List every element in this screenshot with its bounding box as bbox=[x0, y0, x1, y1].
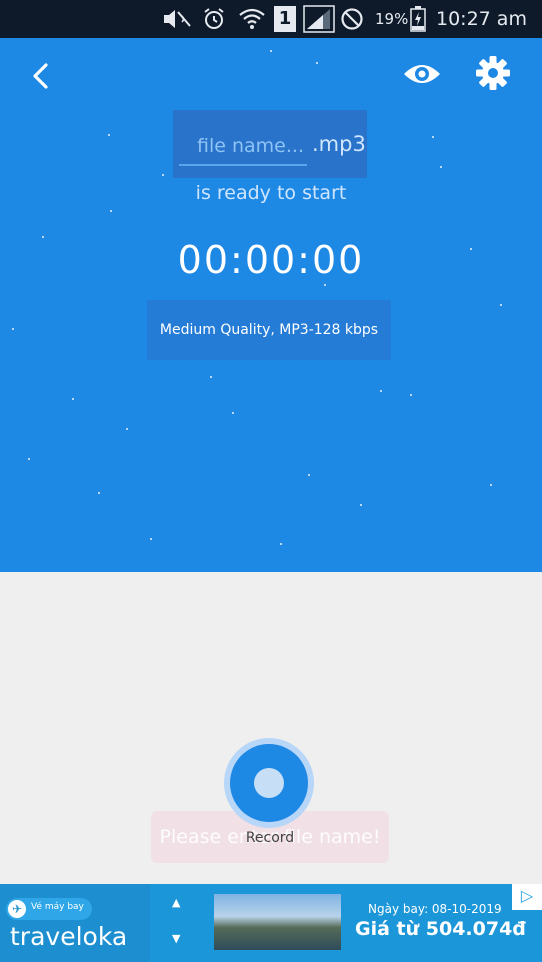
sim-badge: 1 bbox=[274, 6, 296, 32]
back-arrow-icon[interactable] bbox=[24, 58, 60, 94]
ad-date: Ngày bay: 08-10-2019 bbox=[368, 902, 502, 916]
ad-price[interactable]: Giá từ 504.074đ bbox=[355, 918, 526, 940]
battery-percent: 19% bbox=[375, 10, 409, 28]
ready-status: is ready to start bbox=[195, 182, 347, 204]
chevron-up-icon[interactable]: ▲ bbox=[172, 896, 180, 909]
star bbox=[162, 174, 164, 176]
star bbox=[150, 538, 152, 540]
gear-icon[interactable] bbox=[474, 54, 512, 92]
star bbox=[12, 328, 14, 330]
ad-tag: Vé máy bay bbox=[31, 902, 84, 912]
timer: 00:00:00 bbox=[177, 238, 365, 282]
star bbox=[210, 376, 212, 378]
star bbox=[98, 492, 100, 494]
star bbox=[360, 504, 362, 506]
signal-icon bbox=[303, 5, 335, 33]
ad-choices-icon[interactable]: ▷ bbox=[512, 884, 542, 910]
star bbox=[432, 136, 434, 138]
star bbox=[280, 543, 282, 545]
ad-brand[interactable]: traveloka bbox=[10, 922, 127, 951]
star bbox=[232, 412, 234, 414]
star bbox=[440, 166, 442, 168]
star bbox=[126, 428, 128, 430]
star bbox=[316, 62, 318, 64]
star bbox=[108, 134, 110, 136]
clock: 10:27 am bbox=[436, 8, 527, 30]
star bbox=[500, 304, 502, 306]
wifi-icon bbox=[239, 8, 265, 29]
ad-photo[interactable] bbox=[214, 894, 341, 950]
record-label: Record bbox=[245, 830, 295, 846]
star bbox=[270, 50, 272, 52]
alarm-icon bbox=[204, 8, 224, 29]
plane-icon: ✈ bbox=[8, 900, 26, 918]
battery-charging-icon bbox=[410, 6, 426, 32]
record-icon[interactable] bbox=[254, 768, 284, 798]
star bbox=[28, 458, 30, 460]
status-bar: 1 19% 10:27 am bbox=[0, 0, 542, 38]
mute-icon bbox=[164, 10, 191, 28]
eye-icon[interactable] bbox=[402, 56, 442, 92]
star bbox=[380, 390, 382, 392]
star bbox=[490, 484, 492, 486]
star bbox=[410, 394, 412, 396]
file-extension: .mp3 bbox=[312, 132, 366, 156]
do-not-disturb-icon bbox=[341, 8, 363, 30]
star bbox=[110, 210, 112, 212]
star bbox=[324, 284, 326, 286]
filename-input[interactable] bbox=[179, 128, 307, 166]
star bbox=[72, 398, 74, 400]
chevron-down-icon[interactable]: ▼ bbox=[172, 932, 180, 945]
star bbox=[308, 474, 310, 476]
quality-selector[interactable]: Medium Quality, MP3-128 kbps bbox=[147, 322, 391, 338]
